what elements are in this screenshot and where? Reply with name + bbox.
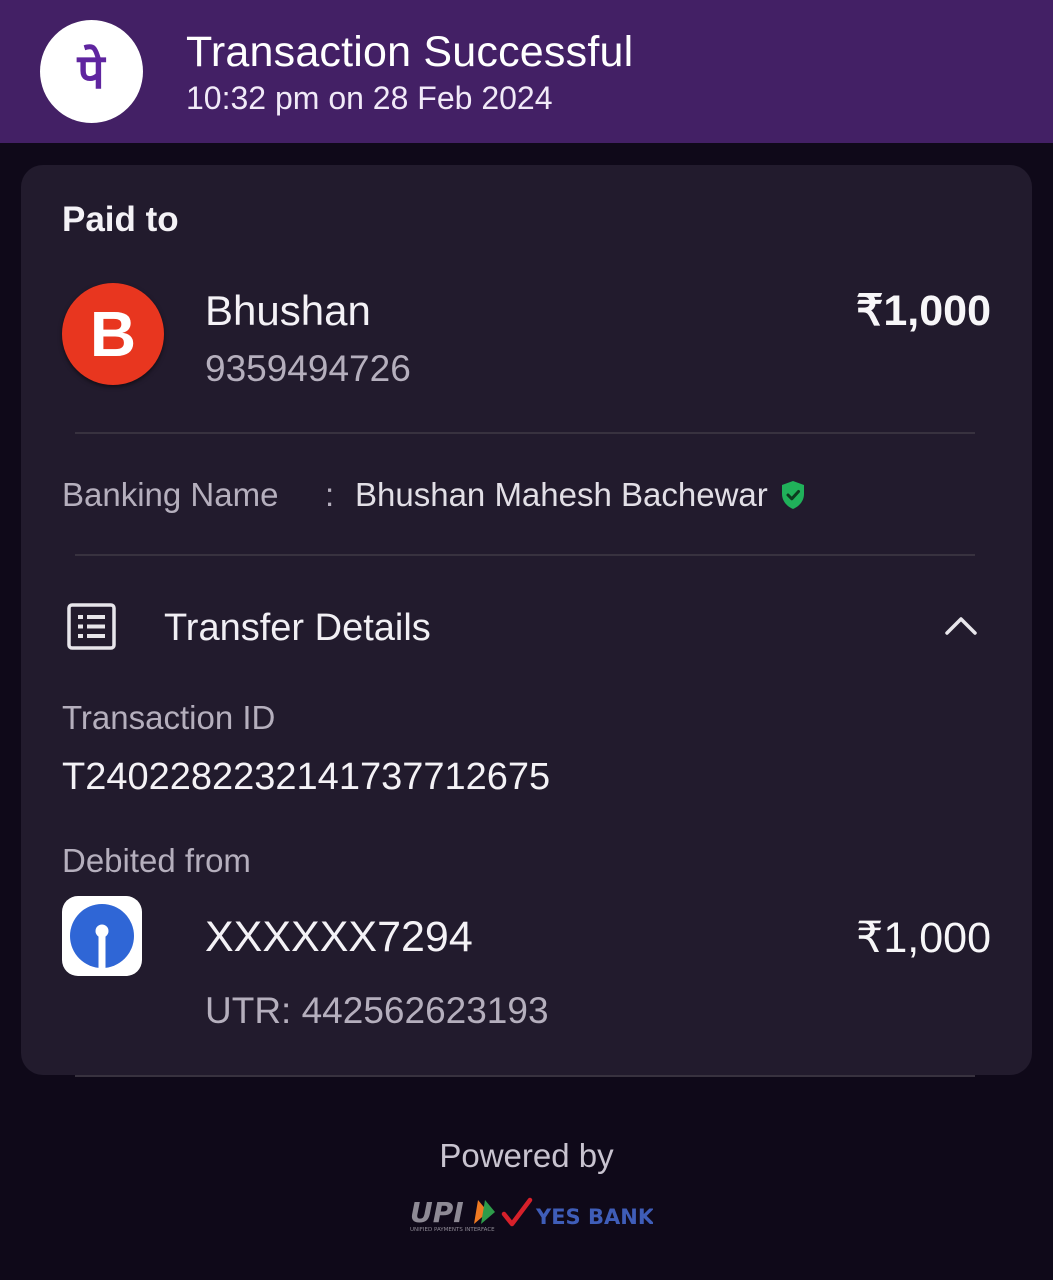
divider	[75, 432, 975, 434]
chevron-up-icon[interactable]	[943, 613, 979, 642]
sbi-logo-icon	[62, 896, 142, 976]
powered-by-label: Powered by	[439, 1137, 614, 1174]
banking-name-row: Bhushan Mahesh Bachewar	[355, 476, 806, 514]
paid-amount: ₹1,000	[856, 287, 991, 335]
upi-logo-icon: UPI UNIFIED PAYMENTS INTERFACE	[410, 1196, 495, 1233]
svg-text:UNIFIED PAYMENTS INTERFACE: UNIFIED PAYMENTS INTERFACE	[410, 1227, 495, 1233]
paid-to-label: Paid to	[62, 200, 179, 239]
payment-partner-logos: UPI UNIFIED PAYMENTS INTERFACE YES BANK	[408, 1194, 655, 1234]
svg-text:YES BANK: YES BANK	[535, 1205, 653, 1229]
banking-name-value: Bhushan Mahesh Bachewar	[355, 476, 768, 513]
status-title: Transaction Successful	[186, 28, 634, 76]
divider	[75, 554, 975, 556]
transaction-id-label: Transaction ID	[62, 699, 276, 736]
banking-name-label: Banking Name	[62, 476, 279, 513]
debited-amount: ₹1,000	[856, 914, 991, 962]
banking-name-separator: :	[325, 476, 335, 513]
phonepe-logo-icon: पे	[40, 20, 143, 123]
transaction-timestamp: 10:32 pm on 28 Feb 2024	[186, 80, 553, 116]
transaction-id-value[interactable]: T2402282232141737712675	[62, 756, 550, 799]
debited-from-label: Debited from	[62, 842, 251, 879]
payee-avatar: B	[62, 283, 164, 385]
divider	[75, 1075, 975, 1077]
transfer-details-title[interactable]: Transfer Details	[164, 607, 431, 650]
account-number: XXXXXX7294	[205, 913, 473, 961]
verified-shield-icon	[780, 480, 806, 510]
svg-text:UPI: UPI	[410, 1196, 464, 1229]
svg-text:पे: पे	[76, 44, 106, 100]
transaction-header: पे Transaction Successful 10:32 pm on 28…	[0, 0, 1053, 143]
receipt-list-icon	[67, 603, 117, 656]
payee-phone: 9359494726	[205, 348, 411, 389]
yes-bank-logo-icon: YES BANK	[501, 1197, 655, 1229]
utr-number: UTR: 442562623193	[205, 990, 549, 1031]
payee-name: Bhushan	[205, 287, 371, 334]
